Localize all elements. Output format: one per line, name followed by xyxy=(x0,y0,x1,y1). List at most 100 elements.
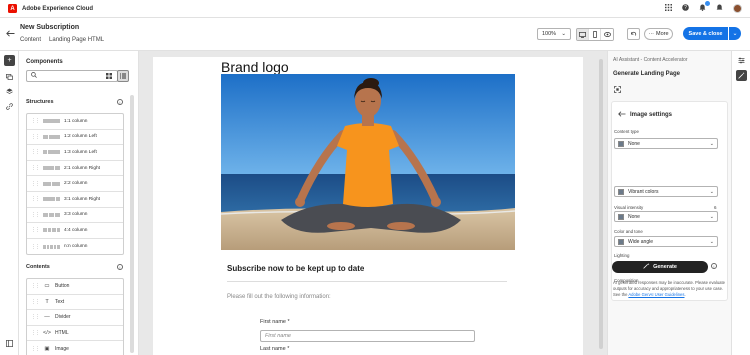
zoom-select[interactable]: 100% ⌄ xyxy=(537,28,571,40)
info-icon[interactable]: i xyxy=(711,263,717,269)
drag-handle-icon[interactable]: ⋮⋮ xyxy=(31,134,40,140)
divider xyxy=(227,281,507,282)
editor-header: New Subscription Content Landing Page HT… xyxy=(0,18,750,51)
first-name-input[interactable]: First name xyxy=(260,330,475,342)
structures-header: Structures i xyxy=(26,99,123,105)
canvas-scrollbar[interactable] xyxy=(599,59,603,349)
drag-handle-icon[interactable]: ⋮⋮ xyxy=(31,299,40,305)
genai-guidelines-link[interactable]: Adobe GenAI User Guidelines xyxy=(628,292,684,297)
breadcrumb: Content Landing Page HTML xyxy=(20,37,104,43)
list-view-icon[interactable] xyxy=(117,70,129,82)
content-item[interactable]: ⋮⋮ — Divider xyxy=(27,310,123,326)
breadcrumb-landing-page[interactable]: Landing Page HTML xyxy=(49,37,104,43)
apps-grid-icon[interactable] xyxy=(665,4,672,13)
hero-image[interactable] xyxy=(221,74,515,250)
drag-handle-icon[interactable]: ⋮⋮ xyxy=(31,330,40,336)
add-component-icon[interactable]: + xyxy=(4,55,15,66)
top-bar: A Adobe Experience Cloud ? xyxy=(0,0,750,18)
zoom-value: 100% xyxy=(542,31,557,37)
settings-sliders-icon[interactable] xyxy=(736,55,747,66)
structure-item[interactable]: ⋮⋮ 1:1 column xyxy=(27,114,123,130)
text-icon: T xyxy=(45,298,49,305)
chevron-down-icon: ⌄ xyxy=(709,188,714,195)
desktop-view-button[interactable] xyxy=(577,29,589,40)
structures-list: ⋮⋮ 1:1 column ⋮⋮ 1:2 column Left ⋮⋮ 1:3 colum… xyxy=(26,113,124,256)
undo-button[interactable] xyxy=(627,28,640,40)
more-button[interactable]: ··· More xyxy=(644,28,673,40)
layers-icon[interactable] xyxy=(4,86,15,97)
magic-wand-icon xyxy=(643,263,650,271)
assistant-breadcrumb: AI Assistant - Content Accelerator xyxy=(613,57,688,63)
notification-badge xyxy=(705,1,710,6)
info-icon[interactable]: i xyxy=(117,99,123,105)
image-thumb-icon xyxy=(618,140,624,147)
bell-alt-icon[interactable] xyxy=(716,4,723,13)
breadcrumb-content[interactable]: Content xyxy=(20,37,41,43)
button-icon: ▭ xyxy=(44,283,50,290)
mobile-view-button[interactable] xyxy=(589,29,601,40)
chevron-down-icon: ⌄ xyxy=(709,238,714,245)
ai-disclaimer: AI generated responses may be inaccurate… xyxy=(613,280,725,298)
brand-logo-text[interactable]: Brand logo xyxy=(221,59,289,75)
structure-item[interactable]: ⋮⋮ 1:2 column Left xyxy=(27,130,123,146)
lighting-label: Lighting xyxy=(614,253,630,258)
structure-item[interactable]: ⋮⋮ 4:4 column xyxy=(27,223,123,239)
link-icon[interactable] xyxy=(4,101,15,112)
drag-handle-icon[interactable]: ⋮⋮ xyxy=(31,212,40,218)
notifications-bell-icon[interactable] xyxy=(699,1,710,13)
content-item[interactable]: ⋮⋮ ▣ Image xyxy=(27,341,123,355)
back-arrow-icon[interactable] xyxy=(6,29,15,39)
svg-text:?: ? xyxy=(684,5,687,11)
structure-item[interactable]: ⋮⋮ 3:1 column Right xyxy=(27,192,123,208)
structure-item[interactable]: ⋮⋮ 3:3 column xyxy=(27,208,123,224)
content-type-select[interactable]: None ⌄ xyxy=(614,138,718,149)
ai-assistant-icon[interactable] xyxy=(736,70,747,81)
generate-button[interactable]: Generate xyxy=(612,261,708,273)
column-layout-icon xyxy=(43,166,60,171)
expand-icon[interactable] xyxy=(614,86,621,95)
info-icon[interactable]: i xyxy=(117,264,123,270)
search-icon xyxy=(31,72,37,80)
help-icon[interactable]: ? xyxy=(682,4,689,13)
chevron-down-icon: ⌄ xyxy=(709,213,714,220)
panel-toggle-icon[interactable] xyxy=(4,338,15,349)
drag-handle-icon[interactable]: ⋮⋮ xyxy=(31,165,40,171)
structure-item[interactable]: ⋮⋮ 2:1 column Right xyxy=(27,161,123,177)
save-close-button[interactable]: Save & close xyxy=(683,27,728,40)
structure-label: 2:1 column Right xyxy=(64,165,100,171)
user-avatar[interactable] xyxy=(733,4,742,13)
back-arrow-icon[interactable] xyxy=(618,111,626,119)
panel-scrollbar[interactable] xyxy=(130,95,134,353)
drag-handle-icon[interactable]: ⋮⋮ xyxy=(31,244,40,250)
composition-select[interactable]: Wide angle ⌄ xyxy=(614,236,718,247)
content-item[interactable]: ⋮⋮ </> HTML xyxy=(27,326,123,342)
save-options-chevron-icon[interactable]: ⌄ xyxy=(729,27,741,40)
landing-page-preview: Brand logo Subscribe now to be kept up t… xyxy=(153,57,583,355)
structure-item[interactable]: ⋮⋮ 2:2 column xyxy=(27,176,123,192)
drag-handle-icon[interactable]: ⋮⋮ xyxy=(31,196,40,202)
drag-handle-icon[interactable]: ⋮⋮ xyxy=(31,283,40,289)
column-layout-icon xyxy=(43,197,60,202)
structure-item[interactable]: ⋮⋮ 1:3 column Left xyxy=(27,145,123,161)
subscribe-heading[interactable]: Subscribe now to be kept up to date xyxy=(227,264,364,273)
drag-handle-icon[interactable]: ⋮⋮ xyxy=(31,346,40,352)
lighting-select[interactable]: None ⌄ xyxy=(614,211,718,222)
color-tone-select[interactable]: Vibrant colors ⌄ xyxy=(614,186,718,197)
structure-item[interactable]: ⋮⋮ n:n column xyxy=(27,239,123,255)
left-rail: + xyxy=(0,51,19,355)
drag-handle-icon[interactable]: ⋮⋮ xyxy=(31,181,40,187)
content-item[interactable]: ⋮⋮ ▭ Button xyxy=(27,279,123,295)
drag-handle-icon[interactable]: ⋮⋮ xyxy=(31,314,40,320)
drag-handle-icon[interactable]: ⋮⋮ xyxy=(31,227,40,233)
adobe-logo[interactable]: A xyxy=(8,4,17,13)
components-panel: Components Structures i ⋮⋮ 1:1 column ⋮⋮ 1:… xyxy=(19,51,139,355)
content-label: HTML xyxy=(55,330,69,337)
preview-eye-button[interactable] xyxy=(601,29,613,40)
assets-icon[interactable] xyxy=(4,71,15,82)
drag-handle-icon[interactable]: ⋮⋮ xyxy=(31,118,40,124)
form-intro-text[interactable]: Please fill out the following informatio… xyxy=(227,294,331,300)
column-layout-icon xyxy=(43,244,60,249)
grid-view-icon[interactable] xyxy=(103,70,115,82)
content-item[interactable]: ⋮⋮ T Text xyxy=(27,295,123,311)
drag-handle-icon[interactable]: ⋮⋮ xyxy=(31,149,40,155)
